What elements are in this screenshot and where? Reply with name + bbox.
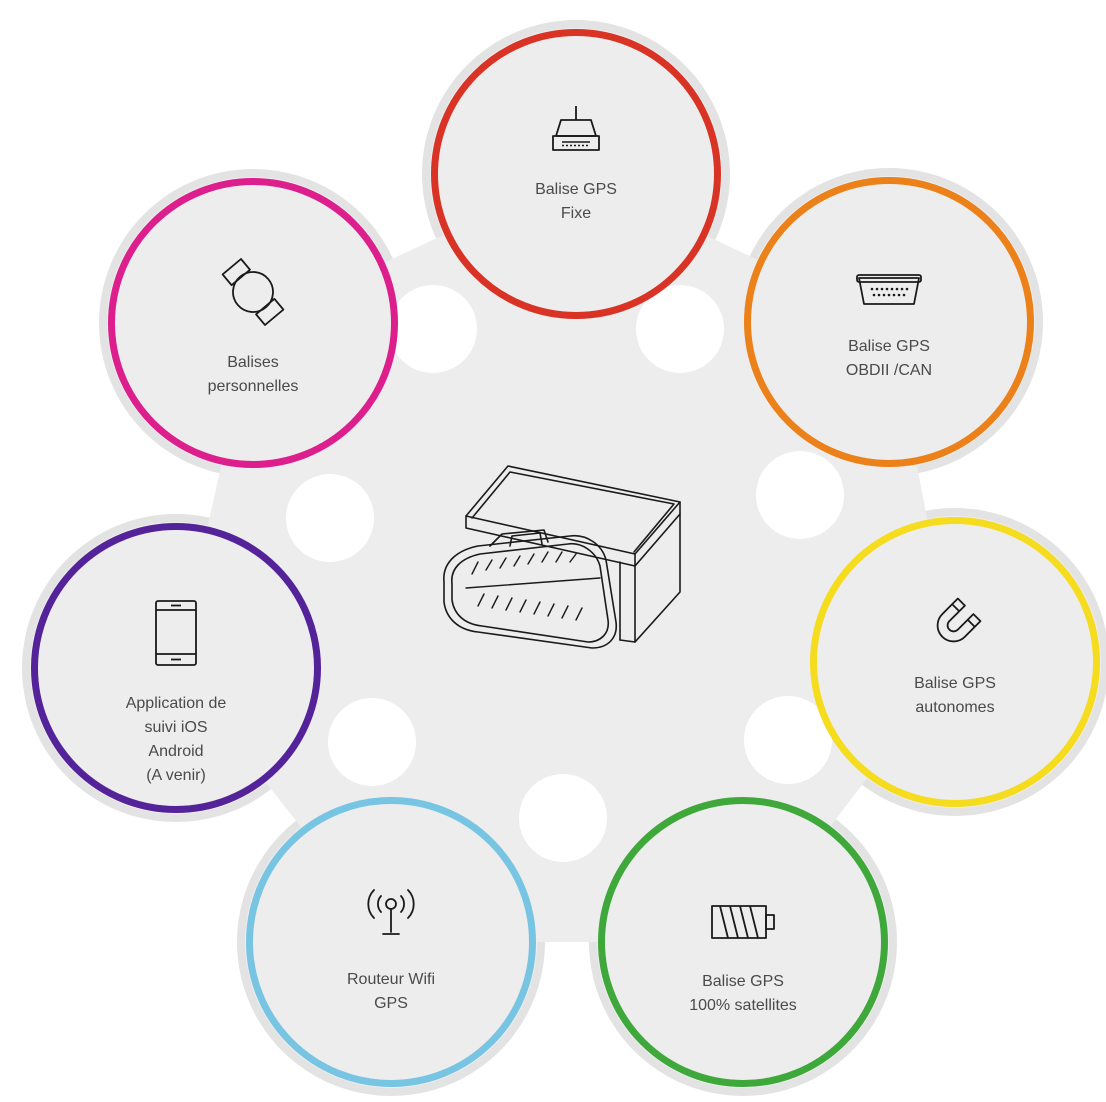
node-balise-gps-obdii-can: Balise GPS OBDII /CAN — [744, 177, 1034, 467]
obd-gps-tracker-icon — [443, 465, 681, 649]
node-balise-gps-fixe: Balise GPS Fixe — [431, 29, 721, 319]
label-line: personnelles — [207, 378, 299, 395]
label-line: Balises — [227, 354, 279, 371]
label-line: Fixe — [560, 205, 592, 222]
node-label: Balise GPS OBDII /CAN — [761, 335, 1017, 383]
diagram: Balise GPS Fixe Balise GPS OBDII /CAN Ba… — [0, 0, 1106, 1102]
node-balise-gps-autonomes: Balise GPS autonomes — [810, 517, 1100, 807]
label-line: Balise GPS — [535, 181, 617, 198]
label-line: Balise GPS — [848, 338, 930, 355]
node-routeur-wifi-gps: Routeur Wifi GPS — [246, 797, 536, 1087]
label-line: Balise GPS — [914, 675, 996, 692]
node-label: Balise GPS autonomes — [827, 672, 1083, 720]
node-label: Routeur Wifi GPS — [263, 968, 519, 1016]
battery-icon — [711, 905, 775, 939]
node-label: Application de suivi iOS Android (A veni… — [48, 692, 304, 788]
watch-icon — [221, 258, 285, 326]
label-line: Android — [148, 743, 204, 760]
label-line: Routeur Wifi — [346, 971, 436, 988]
label-line: autonomes — [915, 699, 995, 716]
node-label: Balise GPS 100% satellites — [615, 970, 871, 1018]
magnet-icon — [936, 597, 982, 643]
router-icon — [552, 106, 600, 151]
label-line: GPS — [374, 995, 408, 1012]
label-line: Application de — [125, 695, 227, 712]
node-balise-gps-100-satellites: Balise GPS 100% satellites — [598, 797, 888, 1087]
label-line: OBDII /CAN — [845, 362, 933, 379]
antenna-icon — [367, 889, 415, 935]
node-balises-personnelles: Balises personnelles — [108, 178, 398, 468]
smartphone-icon — [155, 600, 197, 666]
label-line: Balise GPS — [702, 973, 784, 990]
label-line: suivi iOS — [144, 719, 208, 736]
node-label: Balise GPS Fixe — [448, 178, 704, 226]
node-label: Balises personnelles — [125, 351, 381, 399]
node-application-suivi: Application de suivi iOS Android (A veni… — [31, 523, 321, 813]
label-line: (A venir) — [146, 767, 206, 784]
obd-connector-icon — [856, 274, 922, 305]
label-line: 100% satellites — [689, 997, 797, 1014]
